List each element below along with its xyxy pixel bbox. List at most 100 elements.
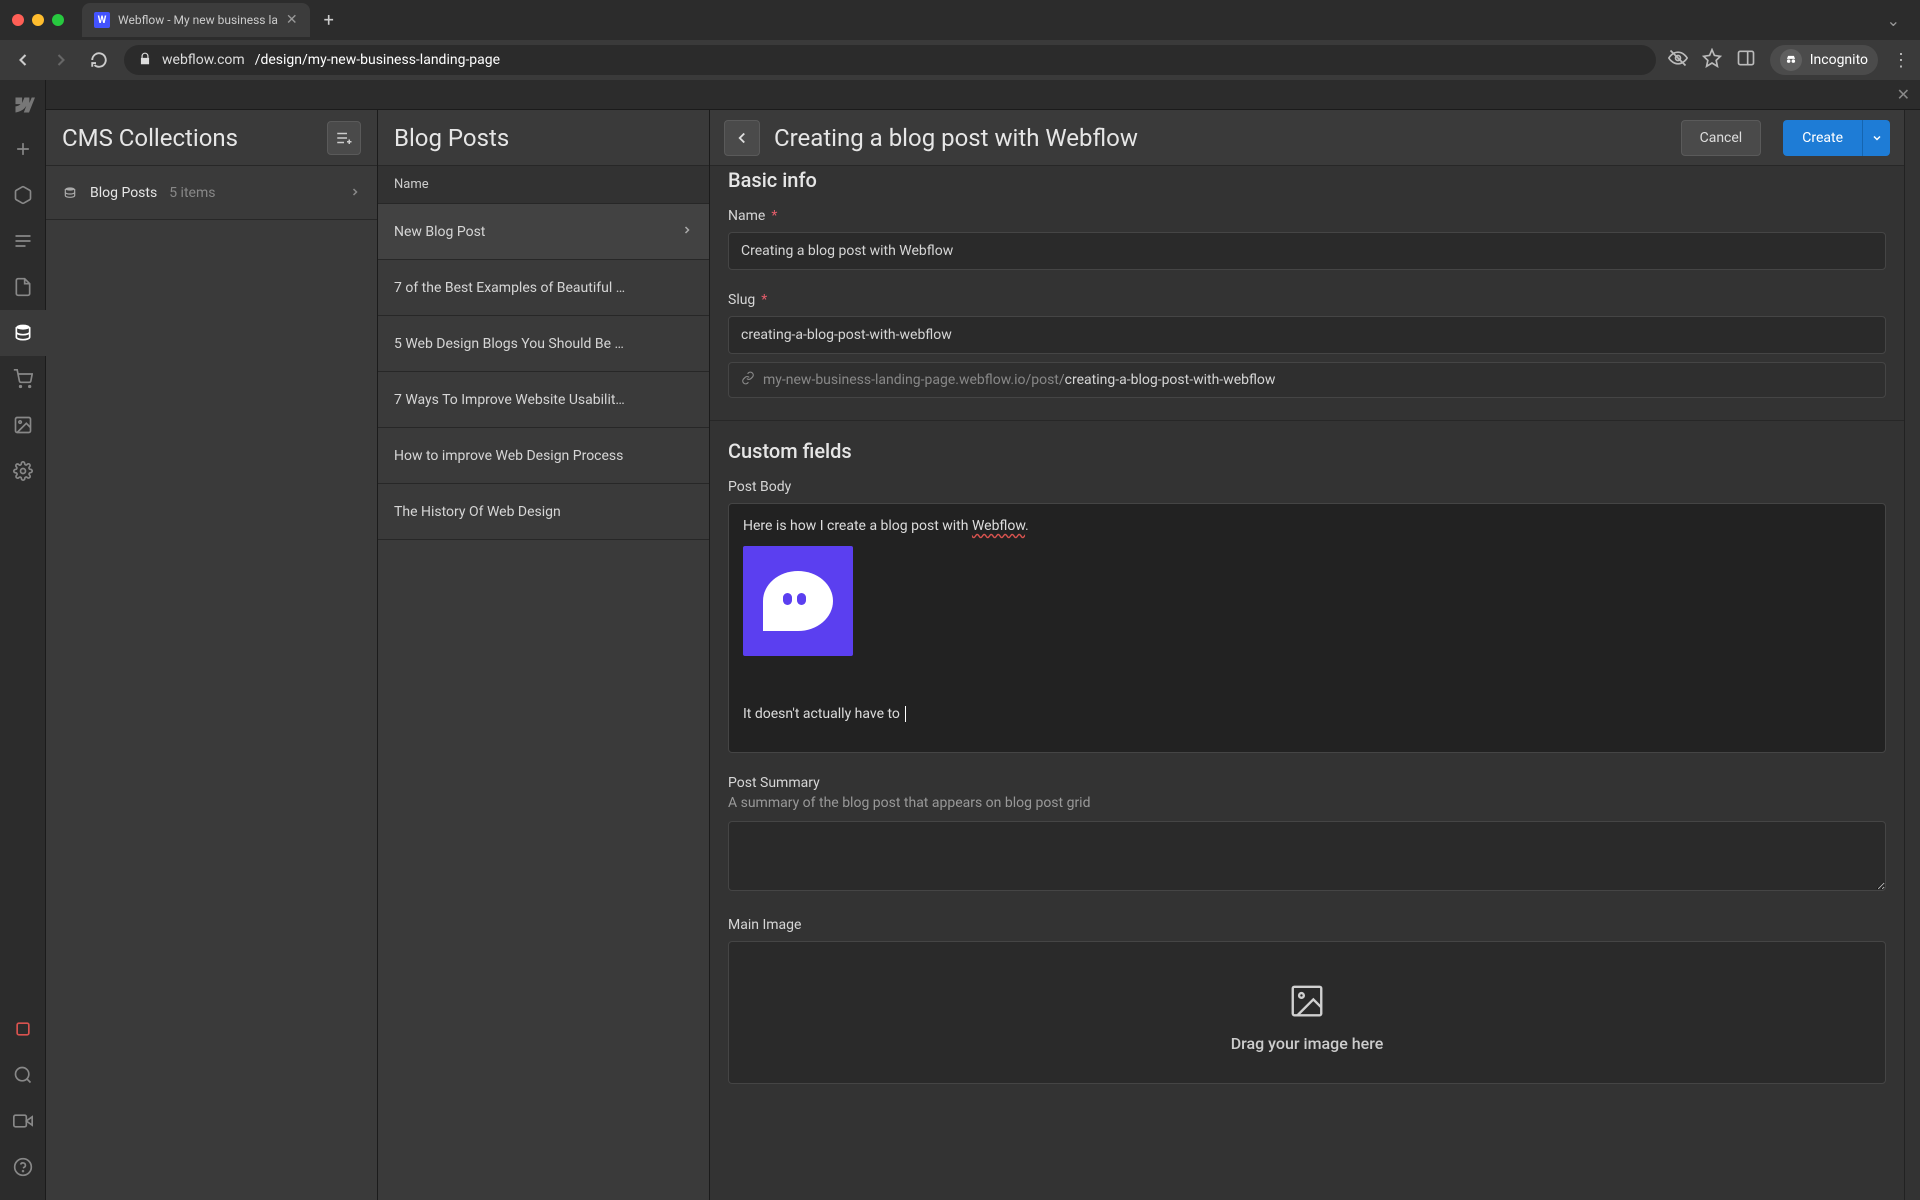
post-item-title: 5 Web Design Blogs You Should Be … [394, 336, 624, 352]
new-collection-button[interactable] [327, 121, 361, 155]
stack-icon [62, 185, 78, 201]
cms-collections-title: CMS Collections [62, 124, 327, 152]
post-item-title: 7 of the Best Examples of Beautiful … [394, 280, 625, 296]
post-body-editor[interactable]: Here is how I create a blog post with We… [728, 503, 1886, 753]
left-toolbar [0, 80, 46, 1200]
post-item-title: How to improve Web Design Process [394, 448, 623, 464]
address-bar[interactable]: webflow.com/design/my-new-business-landi… [124, 45, 1656, 75]
custom-fields-section-title: Custom fields [728, 439, 1886, 463]
cms-button[interactable] [0, 310, 46, 356]
collection-item-blog-posts[interactable]: Blog Posts 5 items [46, 166, 377, 220]
text-cursor [905, 706, 906, 722]
add-element-button[interactable] [0, 126, 46, 172]
url-base: my-new-business-landing-page.webflow.io/… [763, 372, 1065, 388]
post-item-title: 7 Ways To Improve Website Usabilit… [394, 392, 625, 408]
reload-button[interactable] [86, 47, 112, 73]
chevron-right-icon [681, 224, 693, 240]
post-summary-input[interactable] [728, 821, 1886, 891]
browser-toolbar: webflow.com/design/my-new-business-landi… [0, 40, 1920, 80]
eye-off-icon[interactable] [1668, 48, 1688, 72]
panel-header-bar: ✕ [46, 80, 1920, 110]
video-button[interactable] [0, 1098, 46, 1144]
browser-actions: Incognito ⋮ [1668, 45, 1910, 75]
main-image-dropzone[interactable]: Drag your image here [728, 941, 1886, 1084]
post-summary-help: A summary of the blog post that appears … [728, 795, 1886, 811]
incognito-label: Incognito [1810, 52, 1868, 68]
collection-count: 5 items [169, 185, 215, 201]
post-item[interactable]: The History Of Web Design [378, 484, 709, 540]
page-button[interactable] [0, 264, 46, 310]
star-icon[interactable] [1702, 48, 1722, 72]
post-item[interactable]: 5 Web Design Blogs You Should Be … [378, 316, 709, 372]
post-summary-label: Post Summary [728, 775, 820, 791]
new-tab-button[interactable]: + [324, 10, 334, 31]
browser-tab-title: Webflow - My new business la [118, 13, 278, 27]
main-image-label: Main Image [728, 917, 801, 933]
assets-button[interactable] [0, 402, 46, 448]
posts-column-header: Name [378, 166, 709, 204]
back-button[interactable] [10, 47, 36, 73]
required-indicator: * [771, 208, 777, 224]
collection-name: Blog Posts [90, 185, 157, 201]
name-label: Name [728, 208, 765, 224]
window-titlebar: W Webflow - My new business la ✕ + ⌄ [0, 0, 1920, 40]
window-zoom-button[interactable] [52, 14, 64, 26]
rte-embedded-image[interactable] [743, 546, 853, 656]
editor-back-button[interactable] [724, 120, 760, 156]
post-item[interactable]: How to improve Web Design Process [378, 428, 709, 484]
post-summary-field-block: Post Summary A summary of the blog post … [728, 775, 1886, 895]
window-close-button[interactable] [12, 14, 24, 26]
create-dropdown-button[interactable] [1862, 120, 1890, 156]
webflow-logo-icon[interactable] [0, 84, 46, 126]
post-item-title: New Blog Post [394, 224, 485, 240]
navigator-button[interactable] [0, 218, 46, 264]
help-button[interactable] [0, 1144, 46, 1190]
panel-icon[interactable] [1736, 48, 1756, 72]
post-body-field-block: Post Body Here is how I create a blog po… [728, 479, 1886, 753]
post-item[interactable]: 7 of the Best Examples of Beautiful … [378, 260, 709, 316]
name-input[interactable] [728, 232, 1886, 270]
scrollbar-gutter[interactable] [1904, 110, 1920, 1200]
browser-tab[interactable]: W Webflow - My new business la ✕ [82, 3, 310, 37]
chevron-down-icon[interactable]: ⌄ [1887, 11, 1900, 30]
name-field-block: Name * [728, 208, 1886, 270]
item-editor-panel: Creating a blog post with Webflow Cancel… [710, 110, 1920, 1200]
basic-info-section-title: Basic info [728, 168, 1886, 192]
create-button[interactable]: Create [1783, 120, 1862, 156]
incognito-badge[interactable]: Incognito [1770, 45, 1878, 75]
blog-posts-title: Blog Posts [394, 124, 509, 152]
address-path: /design/my-new-business-landing-page [255, 52, 500, 68]
post-body-label: Post Body [728, 479, 791, 495]
tab-close-icon[interactable]: ✕ [286, 12, 298, 28]
address-host: webflow.com [162, 52, 245, 68]
incognito-icon [1780, 49, 1802, 71]
forward-button[interactable] [48, 47, 74, 73]
search-button[interactable] [0, 1052, 46, 1098]
ecommerce-button[interactable] [0, 356, 46, 402]
editor-heading: Creating a blog post with Webflow [774, 124, 1667, 152]
url-slug: creating-a-blog-post-with-webflow [1065, 372, 1276, 388]
pages-button[interactable] [0, 172, 46, 218]
rte-paragraph: It doesn't actually have to [743, 706, 1871, 722]
settings-button[interactable] [0, 448, 46, 494]
audit-button[interactable] [0, 1006, 46, 1052]
close-panel-icon[interactable]: ✕ [1897, 85, 1910, 104]
post-item[interactable]: 7 Ways To Improve Website Usabilit… [378, 372, 709, 428]
chevron-right-icon [349, 183, 361, 202]
post-item[interactable]: New Blog Post [378, 204, 709, 260]
main-image-field-block: Main Image Drag your image here [728, 917, 1886, 1084]
cancel-button[interactable]: Cancel [1681, 120, 1762, 156]
lock-icon [138, 52, 152, 69]
cms-collections-panel: CMS Collections Blog Posts 5 items [46, 110, 378, 1200]
link-icon [741, 371, 755, 389]
image-icon [1285, 982, 1329, 1020]
post-item-title: The History Of Web Design [394, 504, 561, 520]
section-divider [710, 420, 1904, 421]
required-indicator: * [761, 292, 767, 308]
create-button-group: Create [1783, 120, 1890, 156]
slug-input[interactable] [728, 316, 1886, 354]
kebab-menu-icon[interactable]: ⋮ [1892, 50, 1910, 71]
slug-label: Slug [728, 292, 755, 308]
editor-header: Creating a blog post with Webflow Cancel… [710, 110, 1904, 166]
window-minimize-button[interactable] [32, 14, 44, 26]
